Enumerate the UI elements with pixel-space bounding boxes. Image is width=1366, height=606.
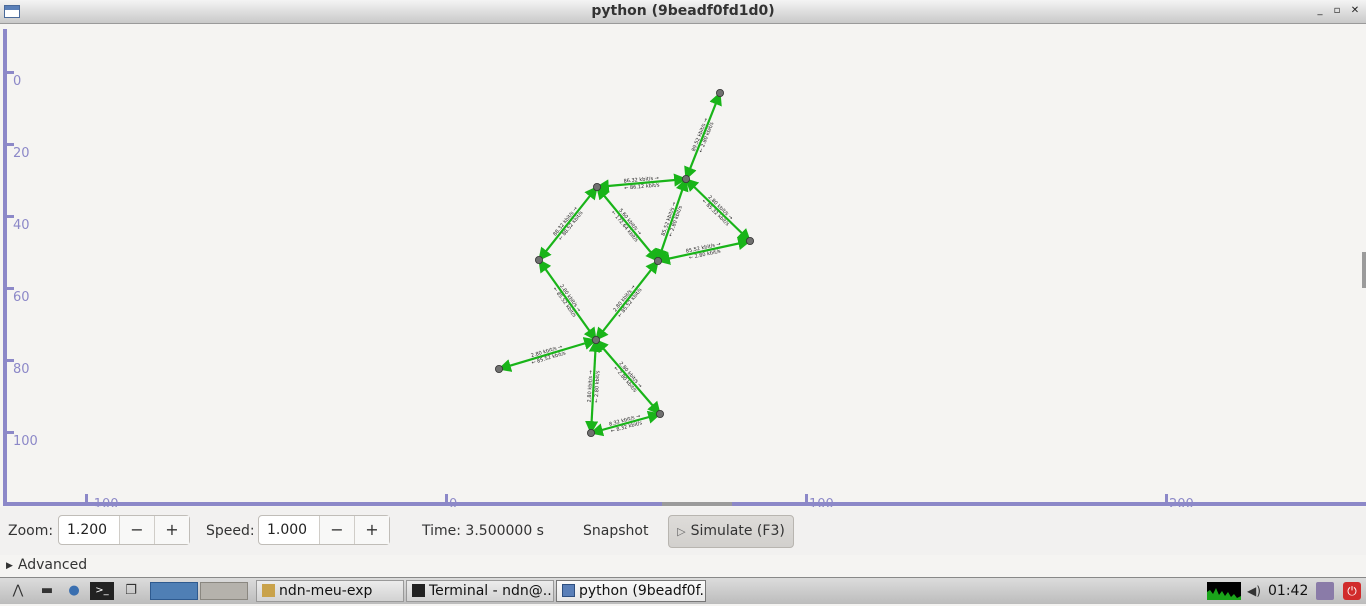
y-tick-label: 0: [13, 74, 21, 89]
speed-value[interactable]: 1.000: [259, 516, 319, 544]
x-tick-label: -100: [89, 497, 119, 507]
horizontal-scrollbar[interactable]: [662, 502, 732, 506]
y-tick-label: 100: [13, 434, 38, 449]
volume-icon[interactable]: ◀): [1244, 582, 1264, 600]
expander-arrow-icon: ▶: [6, 561, 13, 571]
y-tick-label: 40: [13, 218, 30, 233]
link-label: 2.80 kbit/s →← 2.80 kbit/s: [612, 361, 643, 394]
zoom-decrease-button[interactable]: −: [119, 516, 154, 544]
x-tick: [445, 494, 448, 504]
cpu-monitor-icon: [1207, 582, 1241, 600]
network-node[interactable]: [587, 428, 596, 437]
axes: 0 20 40 60 80 100 -100 0 100 200: [3, 29, 1366, 507]
zoom-spinner[interactable]: 1.200 − +: [58, 515, 190, 545]
network-node[interactable]: [535, 255, 544, 264]
task-ndn-meu-exp[interactable]: ndn-meu-exp: [256, 580, 404, 602]
simulation-time: Time: 3.500000 s: [422, 523, 544, 539]
link-label: 2.80 kbit/s →← 85.32 kbit/s: [700, 194, 733, 227]
link-line[interactable]: [497, 337, 598, 372]
task-python[interactable]: python (9beadf0f...: [556, 580, 706, 602]
topology-view: 0 20 40 60 80 100 -100 0 100 200 86.32 kbit/s →← …: [3, 29, 1366, 507]
link-label: 85.52 kbit/s →← 2.80 kbit/s: [661, 201, 684, 237]
vertical-scrollbar[interactable]: [1362, 252, 1366, 288]
network-node[interactable]: [592, 335, 601, 344]
x-tick: [85, 494, 88, 504]
link-line[interactable]: [684, 91, 722, 181]
zoom-label: Zoom:: [8, 523, 54, 539]
advanced-expander[interactable]: ▶ Advanced: [6, 556, 87, 575]
task-terminal[interactable]: Terminal - ndn@...: [406, 580, 554, 602]
nodes: [494, 89, 755, 437]
control-toolbar: Zoom: 1.200 − + Speed: 1.000 − + Time: 3…: [0, 507, 1366, 555]
file-manager-icon[interactable]: ▬: [38, 582, 56, 600]
link-label: 88.32 kbit/s →← 88.52 kbit/s: [552, 206, 584, 242]
user-lock-icon[interactable]: [1316, 582, 1334, 600]
link-label: 89.52 kbit/s →← 2.80 kbit/s: [691, 117, 716, 153]
x-tick-label: 100: [809, 497, 834, 507]
speed-spinner[interactable]: 1.000 − +: [258, 515, 390, 545]
maximize-button[interactable]: ▫: [1330, 4, 1344, 18]
link-label: 2.80 kbit/s →← 85.52 kbit/s: [612, 284, 643, 319]
network-node[interactable]: [656, 409, 665, 418]
link-line[interactable]: [595, 259, 659, 342]
speed-decrease-button[interactable]: −: [319, 516, 354, 544]
link-line[interactable]: [538, 258, 597, 342]
desktop-2-pager[interactable]: [200, 582, 248, 600]
start-menu-icon[interactable]: ⋀: [4, 582, 32, 600]
clock: 01:42: [1268, 583, 1309, 599]
network-node[interactable]: [716, 89, 725, 98]
terminal-icon: [412, 584, 425, 597]
x-tick-label: 0: [449, 497, 457, 507]
y-tick-label: 80: [13, 362, 30, 377]
network-node[interactable]: [682, 174, 691, 183]
speed-increase-button[interactable]: +: [354, 516, 389, 544]
zoom-increase-button[interactable]: +: [154, 516, 189, 544]
link-label: 86.32 kbit/s →← 86.12 kbit/s: [623, 175, 660, 191]
link-line[interactable]: [655, 177, 689, 263]
link-line[interactable]: [538, 185, 598, 262]
network-canvas[interactable]: 0 20 40 60 80 100 -100 0 100 200 86.32 kbit/s → ← …: [0, 25, 1366, 507]
window-title: python (9beadf0fd1d0): [591, 3, 775, 19]
links: 86.32 kbit/s →← 86.12 kbit/s 89.52 kbit/s…: [497, 91, 752, 437]
network-node[interactable]: [654, 256, 663, 265]
play-icon: ▷: [677, 525, 686, 538]
simulate-button[interactable]: ▷ Simulate (F3): [668, 515, 794, 548]
network-node[interactable]: [593, 182, 602, 191]
desktop-1-pager[interactable]: [150, 582, 198, 600]
window-titlebar: python (9beadf0fd1d0) _ ▫ ✕: [0, 0, 1366, 24]
task-label: ndn-meu-exp: [279, 583, 373, 599]
link-line[interactable]: [685, 178, 751, 242]
network-node[interactable]: [494, 364, 503, 373]
minimize-button[interactable]: _: [1313, 4, 1327, 18]
zoom-value[interactable]: 1.200: [59, 516, 119, 544]
close-button[interactable]: ✕: [1348, 4, 1362, 18]
link-label: 2.80 kbit/s →← 85.52 kbit/s: [530, 344, 566, 366]
link-rate-backward: ← 2.80 kbit/s: [594, 370, 602, 403]
speed-label: Speed:: [206, 523, 255, 539]
advanced-label: Advanced: [17, 557, 88, 573]
task-label: python (9beadf0f...: [579, 583, 706, 599]
x-tick: [805, 494, 808, 504]
x-tick-label: 200: [1169, 497, 1194, 507]
link-label: 85.52 kbit/s →← 2.80 kbit/s: [685, 241, 721, 261]
power-icon[interactable]: ⏻: [1343, 582, 1361, 600]
y-tick-label: 60: [13, 290, 30, 305]
window-icon: [562, 584, 575, 597]
link-label: 8.32 kbit/s →← 8.32 kbit/s: [608, 413, 643, 434]
link-line[interactable]: [595, 339, 661, 415]
windows-switcher-icon[interactable]: ❐: [120, 582, 142, 600]
web-browser-icon[interactable]: ●: [64, 582, 84, 600]
simulate-label: Simulate (F3): [690, 523, 785, 539]
terminal-launcher-icon[interactable]: >_: [90, 582, 114, 600]
link-label: 2.80 kbit/s →← 2.80 kbit/s: [587, 370, 602, 403]
x-tick: [1165, 494, 1168, 504]
link-line[interactable]: [596, 185, 659, 263]
y-tick-label: 20: [13, 146, 30, 161]
task-label: Terminal - ndn@...: [429, 583, 554, 599]
folder-icon: [262, 584, 275, 597]
network-node[interactable]: [746, 236, 755, 245]
taskbar: ⋀ ▬ ● >_ ❐ ndn-meu-exp Terminal - ndn@..…: [0, 577, 1366, 604]
snapshot-button[interactable]: Snapshot: [583, 521, 648, 541]
